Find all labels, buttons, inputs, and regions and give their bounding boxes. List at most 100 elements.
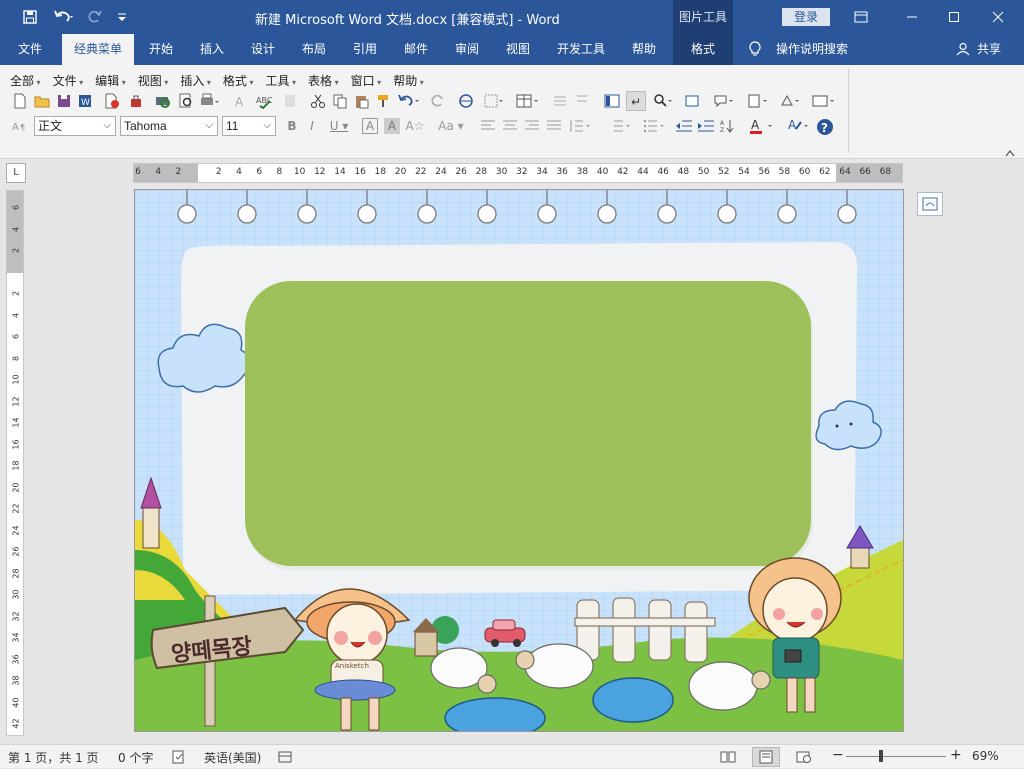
tab-layout[interactable]: 布局: [292, 34, 336, 65]
numbering-icon[interactable]: [608, 118, 634, 134]
justify-icon[interactable]: [546, 118, 562, 134]
proofing-icon[interactable]: [172, 750, 186, 764]
tell-me-search[interactable]: 操作说明搜索: [772, 34, 852, 65]
zoom-slider-thumb[interactable]: [879, 750, 883, 762]
comment-icon[interactable]: [712, 93, 738, 109]
login-button[interactable]: 登录: [782, 8, 830, 26]
zoom-out-button[interactable]: −: [832, 747, 844, 763]
bold-icon[interactable]: B: [284, 118, 300, 134]
zoom-icon[interactable]: [652, 93, 676, 109]
paste-icon[interactable]: [354, 93, 370, 109]
font-size-select[interactable]: 11 ⌵: [222, 116, 276, 136]
tab-insert[interactable]: 插入: [190, 34, 234, 65]
tab-developer[interactable]: 开发工具: [548, 34, 614, 65]
help-pane-icon[interactable]: [684, 93, 700, 109]
undo-toolbar-icon[interactable]: [396, 93, 422, 109]
menu-edit[interactable]: 编辑: [95, 72, 126, 89]
menu-format[interactable]: 格式: [223, 72, 254, 89]
sort-icon[interactable]: AZ: [720, 118, 736, 134]
line-spacing-icon[interactable]: [568, 118, 594, 134]
word-count[interactable]: 0 个字: [118, 749, 153, 766]
char-shading-icon[interactable]: A: [384, 118, 400, 134]
tab-classic-menu[interactable]: 经典菜单: [62, 34, 134, 65]
ribbon-display-icon[interactable]: [846, 0, 876, 34]
text-highlight-icon[interactable]: A: [786, 118, 812, 134]
style-select[interactable]: 正文 ⌵: [34, 116, 116, 136]
increase-indent-icon[interactable]: [698, 118, 714, 134]
tab-references[interactable]: 引用: [343, 34, 387, 65]
menu-help[interactable]: 帮助: [393, 72, 424, 89]
hyperlink-icon[interactable]: [458, 93, 474, 109]
minimize-icon[interactable]: [894, 0, 930, 34]
undo-icon[interactable]: [50, 0, 78, 34]
save-file-icon[interactable]: [56, 93, 72, 109]
spelling-icon[interactable]: ABC: [256, 93, 272, 109]
align-right-icon[interactable]: [524, 118, 540, 134]
menu-all[interactable]: 全部: [10, 72, 41, 89]
tab-home[interactable]: 开始: [140, 34, 182, 65]
macro-record-icon[interactable]: [278, 750, 292, 764]
vertical-ruler[interactable]: 6 4 2 2 4 6 8 10 12 14 16 18 20 22 24 26 28 30 32 34 36 38 40 4…: [6, 190, 24, 736]
magnifier-page-icon[interactable]: [178, 93, 194, 109]
zoom-slider[interactable]: [846, 750, 946, 762]
open-folder-icon[interactable]: [34, 93, 50, 109]
shapes-icon[interactable]: [778, 93, 804, 109]
tab-file[interactable]: 文件: [6, 34, 54, 65]
zoom-in-button[interactable]: +: [950, 747, 962, 763]
tab-format[interactable]: 格式: [673, 34, 733, 65]
print-preview-icon[interactable]: [154, 93, 170, 109]
menu-tools[interactable]: 工具: [265, 72, 296, 89]
decrease-indent-icon[interactable]: [676, 118, 692, 134]
layout-options-icon[interactable]: [917, 192, 943, 216]
print-icon[interactable]: [198, 93, 222, 109]
italic-icon[interactable]: I: [304, 118, 320, 134]
permission-icon[interactable]: [128, 93, 144, 109]
change-case-icon[interactable]: Aa ▾: [436, 118, 466, 134]
tab-stop-selector[interactable]: L: [6, 163, 26, 183]
copy-icon[interactable]: [332, 93, 348, 109]
document-page[interactable]: Anisketch 양떼목장: [135, 190, 903, 731]
maximize-icon[interactable]: [936, 0, 972, 34]
track-changes-icon[interactable]: [746, 93, 772, 109]
new-document-icon[interactable]: [12, 93, 28, 109]
horizontal-ruler[interactable]: 6 4 2 2 4 6 8 10 12 14 16 18 20 22 24 26 28 30 32 34 36 38 40 4…: [133, 163, 903, 183]
font-select[interactable]: Tahoma ⌵: [120, 116, 218, 136]
collapse-ribbon-icon[interactable]: [1002, 145, 1018, 161]
tab-view[interactable]: 视图: [496, 34, 540, 65]
font-color-icon[interactable]: A: [748, 118, 778, 134]
menu-window[interactable]: 窗口: [351, 72, 382, 89]
help-icon[interactable]: ?: [816, 118, 834, 136]
underline-icon[interactable]: U ▾: [326, 118, 352, 134]
textbox-icon[interactable]: [810, 93, 838, 109]
text-effects-icon[interactable]: A☆: [404, 118, 426, 134]
menu-insert[interactable]: 插入: [180, 72, 211, 89]
menu-file[interactable]: 文件: [53, 72, 84, 89]
read-mode-icon[interactable]: [720, 750, 736, 767]
align-center-icon[interactable]: [502, 118, 518, 134]
table-icon[interactable]: [514, 93, 542, 109]
pasture-frame-picture[interactable]: Anisketch 양떼목장: [135, 190, 903, 731]
menu-table[interactable]: 表格: [308, 72, 339, 89]
language-indicator[interactable]: 英语(美国): [204, 749, 261, 766]
show-marks-icon[interactable]: ↵: [626, 91, 646, 111]
tab-design[interactable]: 设计: [241, 34, 285, 65]
redo-icon[interactable]: [84, 0, 106, 34]
cut-icon[interactable]: [310, 93, 326, 109]
tab-review[interactable]: 审阅: [445, 34, 489, 65]
tab-mailings[interactable]: 邮件: [394, 34, 438, 65]
zoom-level[interactable]: 69%: [972, 749, 999, 763]
word-doc-icon[interactable]: W: [78, 93, 94, 109]
close-icon[interactable]: [980, 0, 1016, 34]
save-icon[interactable]: [18, 0, 42, 34]
tab-help[interactable]: 帮助: [622, 34, 666, 65]
close-doc-icon[interactable]: [104, 93, 120, 109]
page-count[interactable]: 第 1 页，共 1 页: [8, 749, 99, 766]
web-layout-icon[interactable]: [796, 750, 812, 767]
print-layout-icon[interactable]: [752, 747, 780, 767]
doc-map-icon[interactable]: [604, 93, 620, 109]
share-button[interactable]: 共享: [974, 34, 1004, 65]
char-border-icon[interactable]: A: [362, 118, 378, 134]
align-left-icon[interactable]: [480, 118, 496, 134]
customize-icon[interactable]: [112, 0, 132, 34]
borders-icon[interactable]: [482, 93, 506, 109]
